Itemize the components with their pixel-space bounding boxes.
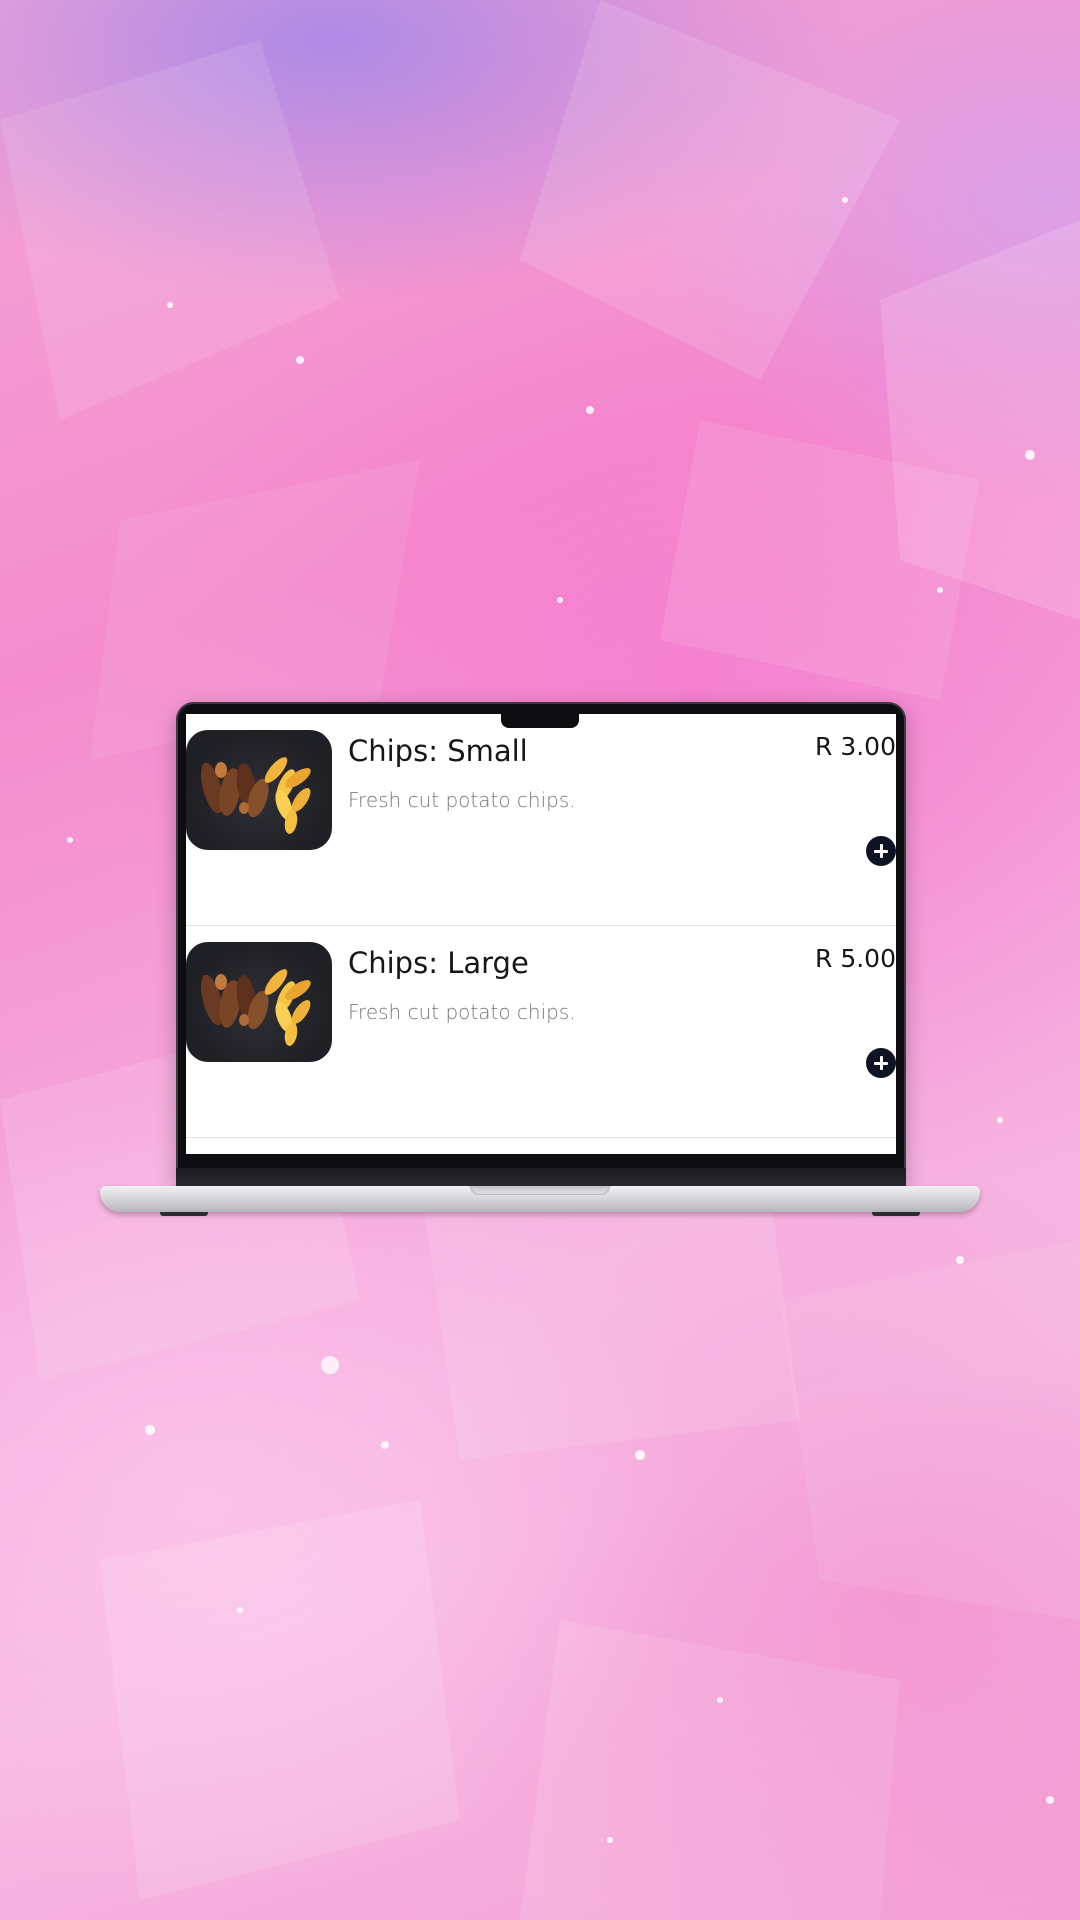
item-name: Chips: Small: [348, 734, 528, 768]
plus-icon: [866, 1048, 896, 1078]
laptop-mockup: Chips: Small Fresh cut potato chips. R 3…: [100, 702, 980, 1218]
laptop-thumb-groove: [470, 1186, 610, 1195]
add-to-cart-button[interactable]: [866, 836, 896, 866]
camera-notch: [501, 714, 579, 728]
item-description: Fresh cut potato chips.: [348, 1000, 576, 1024]
item-description: Fresh cut potato chips.: [348, 788, 576, 812]
plus-icon: [866, 836, 896, 866]
laptop-foot: [872, 1212, 920, 1216]
chicken-wings-and-chips-image: [186, 942, 332, 1062]
list-item[interactable]: Chips: Small Fresh cut potato chips. R 3…: [186, 714, 896, 926]
add-to-cart-button[interactable]: [866, 1048, 896, 1078]
item-price: R 5.00: [815, 944, 896, 973]
laptop-base: [100, 1186, 980, 1212]
chicken-wings-and-chips-image: [186, 730, 332, 850]
laptop-lid: Chips: Small Fresh cut potato chips. R 3…: [176, 702, 906, 1188]
screen-bottom-bezel: [176, 1168, 906, 1188]
laptop-screen: Chips: Small Fresh cut potato chips. R 3…: [186, 714, 896, 1154]
list-item[interactable]: [186, 1138, 896, 1154]
menu-list: Chips: Small Fresh cut potato chips. R 3…: [186, 714, 896, 1154]
item-name: Chips: Large: [348, 946, 529, 980]
list-item[interactable]: Chips: Large Fresh cut potato chips. R 5…: [186, 926, 896, 1138]
item-price: R 3.00: [815, 732, 896, 761]
laptop-foot: [160, 1212, 208, 1216]
